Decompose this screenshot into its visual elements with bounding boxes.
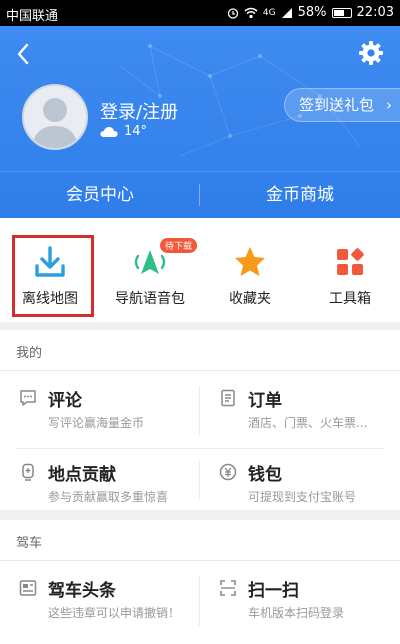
cell-divider (199, 460, 200, 500)
highlight-box (12, 235, 94, 317)
mine-section-title: 我的 (16, 346, 43, 361)
clock: 22:03 (356, 5, 394, 20)
sign-in-gift-button[interactable]: 签到送礼包 › (283, 88, 400, 122)
location-contribution-cell[interactable]: 地点贡献 参与贡献赢取多重惊喜 (0, 448, 200, 522)
location-icon (22, 463, 34, 481)
cell-divider (199, 386, 200, 436)
pending-download-badge: 待下载 (160, 238, 198, 253)
status-icons: 4G 58% 22:03 (227, 5, 394, 20)
wallet-subtitle: 可提现到支付宝账号 (248, 490, 357, 504)
coin-mall-link[interactable]: 金币商城 (200, 172, 400, 218)
order-cell[interactable]: 订单 酒店、门票、火车票... (200, 374, 400, 448)
carrier-label: 中国联通 (6, 9, 59, 24)
driving-news-cell[interactable]: 驾车头条 这些违章可以申请撤销！ (0, 564, 200, 638)
cell-divider (199, 576, 200, 626)
back-arrow-icon[interactable] (10, 40, 38, 68)
driving-news-title: 驾车头条 (48, 581, 116, 601)
cloud-icon (100, 126, 118, 137)
voice-pack-item[interactable]: 待下载 导航语音包 (100, 218, 200, 322)
default-avatar-icon (32, 98, 78, 148)
wallet-title: 钱包 (248, 465, 282, 485)
driving-news-subtitle: 这些违章可以申请撤销！ (48, 606, 181, 620)
login-register-link[interactable]: 登录/注册 (100, 98, 178, 124)
drive-section: 驾车 驾车头条 这些违章可以申请撤销！ 扫一扫 车机版本扫码登录 (0, 520, 400, 644)
battery-icon (331, 7, 352, 18)
scan-cell[interactable]: 扫一扫 车机版本扫码登录 (200, 564, 400, 638)
section-divider (0, 560, 400, 561)
scan-subtitle: 车机版本扫码登录 (248, 606, 345, 620)
signal-icon (281, 7, 292, 18)
wallet-cell[interactable]: 钱包 可提现到支付宝账号 (200, 448, 400, 522)
gift-button-label: 签到送礼包 (298, 96, 374, 114)
comment-icon (20, 390, 36, 406)
order-subtitle: 酒店、门票、火车票... (248, 416, 368, 430)
chevron-right-icon: › (386, 96, 392, 114)
scan-icon (220, 580, 236, 596)
order-title: 订单 (248, 391, 282, 411)
comment-title: 评论 (48, 391, 82, 411)
quick-actions: 离线地图 待下载 导航语音包 收藏夹 工具箱 (0, 218, 400, 322)
comment-cell[interactable]: 评论 写评论赢海量金币 (0, 374, 200, 448)
status-bar: 中国联通 4G 58% 22:03 (0, 0, 400, 26)
alarm-icon (227, 7, 239, 19)
toolbox-label: 工具箱 (329, 291, 371, 307)
favorites-item[interactable]: 收藏夹 (200, 218, 300, 322)
wifi-icon (244, 7, 258, 18)
settings-gear-icon[interactable] (356, 38, 386, 68)
location-contribution-subtitle: 参与贡献赢取多重惊喜 (48, 490, 169, 504)
wallet-icon (219, 463, 237, 481)
battery-percent: 58% (297, 5, 327, 20)
voice-pack-label: 导航语音包 (115, 291, 185, 307)
comment-subtitle: 写评论赢海量金币 (48, 416, 145, 430)
star-icon (235, 247, 265, 276)
news-icon (19, 580, 37, 596)
drive-section-title: 驾车 (16, 536, 43, 551)
member-center-link[interactable]: 会员中心 (0, 172, 200, 218)
network-label: 4G (262, 7, 276, 18)
profile-header: 登录/注册 14° 签到送礼包 › 会员中心 金币商城 (0, 26, 400, 218)
toolbox-icon (337, 248, 364, 275)
section-divider (0, 370, 400, 371)
mine-section: 我的 评论 写评论赢海量金币 订单 酒店、门票、火车票... 地点贡献 参与贡献… (0, 330, 400, 510)
toolbox-item[interactable]: 工具箱 (300, 218, 400, 322)
order-icon (221, 389, 235, 407)
weather-info: 14° (100, 124, 147, 139)
favorites-label: 收藏夹 (229, 291, 271, 307)
temperature: 14° (124, 124, 148, 139)
scan-title: 扫一扫 (248, 581, 299, 601)
avatar[interactable] (22, 84, 88, 150)
location-contribution-title: 地点贡献 (48, 465, 116, 485)
